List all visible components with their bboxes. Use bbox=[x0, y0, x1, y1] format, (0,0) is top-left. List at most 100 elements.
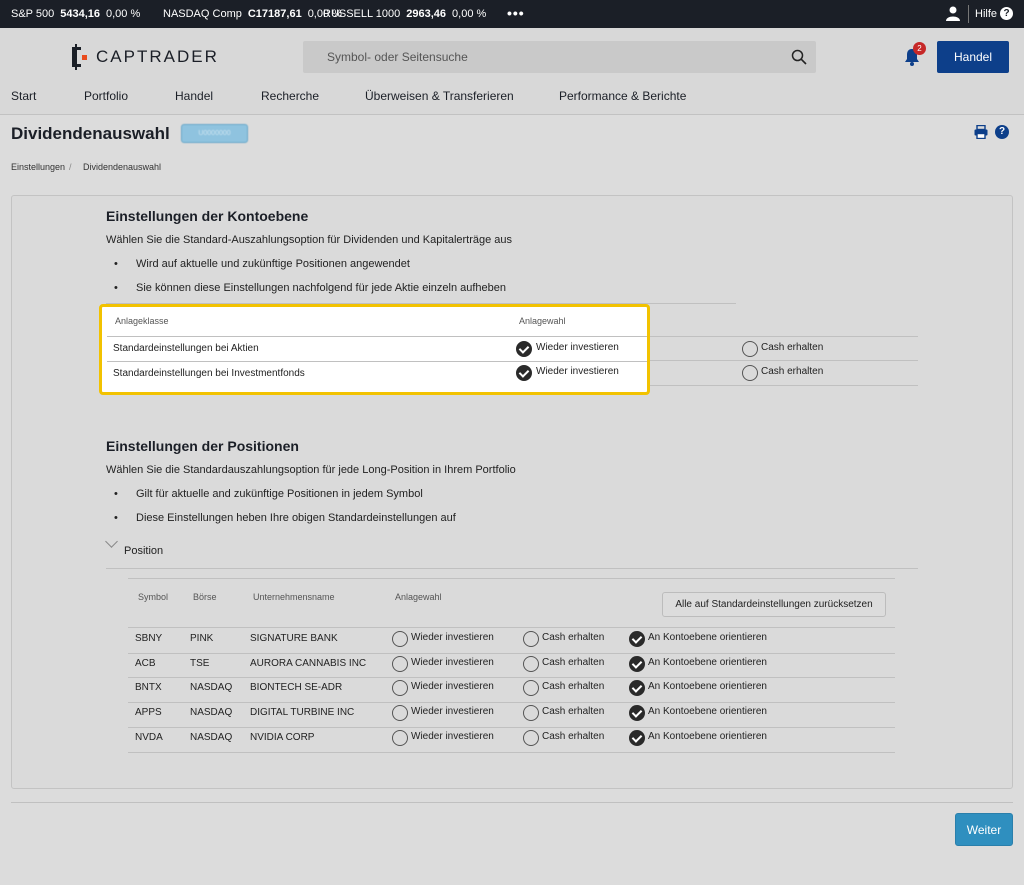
radio-label[interactable]: Cash erhalten bbox=[542, 706, 604, 717]
position-bullet: Gilt für aktuelle and zukünftige Positio… bbox=[114, 488, 423, 500]
ticker-name: RUSSELL 1000 bbox=[323, 8, 401, 20]
asset-class-funds: Standardeinstellungen bei Investmentfond… bbox=[113, 368, 305, 379]
column-header-choice: Anlagewahl bbox=[395, 592, 442, 602]
cash-radio-stocks[interactable] bbox=[742, 341, 758, 357]
company-cell: SIGNATURE BANK bbox=[250, 633, 338, 644]
account-id-chip[interactable]: U0000000 bbox=[181, 124, 248, 143]
account-level-radio-acb[interactable] bbox=[629, 655, 645, 672]
column-header-asset-class: Anlageklasse bbox=[115, 316, 169, 326]
nav-item-transfers[interactable]: Überweisen & Transferieren bbox=[365, 89, 514, 103]
radio-label[interactable]: Cash erhalten bbox=[542, 681, 604, 692]
asset-class-stocks: Standardeinstellungen bei Aktien bbox=[113, 343, 259, 354]
logo-mark-icon bbox=[72, 44, 87, 70]
radio-label[interactable]: Wieder investieren bbox=[411, 706, 494, 717]
more-tickers-button[interactable]: ••• bbox=[507, 5, 525, 21]
cash-radio-apps[interactable] bbox=[523, 705, 539, 722]
nav-item-start[interactable]: Start bbox=[11, 89, 36, 103]
table-row-divider bbox=[128, 702, 895, 704]
reinvest-radio-acb[interactable] bbox=[392, 655, 408, 672]
symbol-cell: NVDA bbox=[135, 731, 163, 743]
divider bbox=[650, 336, 918, 337]
next-button[interactable]: Weiter bbox=[955, 813, 1013, 846]
ticker-name: S&P 500 bbox=[11, 8, 55, 20]
ticker-nasdaq[interactable]: NASDAQ Comp C17187,61 0,00 % bbox=[163, 8, 342, 20]
company-cell: NVIDIA CORP bbox=[250, 731, 315, 743]
divider bbox=[968, 5, 969, 23]
exchange-cell: NASDAQ bbox=[190, 707, 233, 719]
nav-item-portfolio[interactable]: Portfolio bbox=[84, 89, 128, 103]
page-help-icon[interactable]: ? bbox=[995, 125, 1009, 139]
account-level-radio-sbny[interactable] bbox=[629, 631, 645, 647]
radio-label[interactable]: An Kontoebene orientieren bbox=[648, 632, 767, 643]
logo-text: CAPTRADER bbox=[96, 47, 219, 66]
radio-label[interactable]: Wieder investieren bbox=[411, 657, 494, 668]
nav-item-recherche[interactable]: Recherche bbox=[261, 89, 319, 103]
radio-label[interactable]: Wieder investieren bbox=[411, 681, 494, 692]
table-row-divider bbox=[128, 677, 895, 679]
reinvest-radio-sbny[interactable] bbox=[392, 631, 408, 647]
page-title: Dividendenauswahl bbox=[11, 124, 170, 143]
position-section-intro: Wählen Sie die Standardauszahlungsoption… bbox=[106, 464, 516, 476]
symbol-cell: ACB bbox=[135, 657, 156, 669]
radio-label[interactable]: Cash erhalten bbox=[761, 342, 823, 353]
company-cell: AURORA CANNABIS INC bbox=[250, 657, 367, 669]
ticker-name: NASDAQ Comp bbox=[163, 8, 242, 20]
table-row-divider bbox=[128, 751, 895, 753]
radio-label[interactable]: Cash erhalten bbox=[542, 657, 604, 668]
reset-all-button[interactable]: Alle auf Standardeinstellungen zurückset… bbox=[662, 592, 886, 617]
help-question-icon[interactable]: ? bbox=[1000, 7, 1013, 20]
symbol-cell: BNTX bbox=[135, 682, 162, 694]
print-icon[interactable] bbox=[974, 125, 988, 139]
reinvest-radio-nvda[interactable] bbox=[392, 729, 408, 746]
position-section-heading: Einstellungen der Positionen bbox=[106, 438, 299, 454]
radio-label[interactable]: Wieder investieren bbox=[536, 366, 619, 377]
search-input[interactable] bbox=[303, 41, 783, 73]
breadcrumb-current: Dividendenauswahl bbox=[83, 162, 162, 172]
nav-item-handel[interactable]: Handel bbox=[175, 89, 213, 103]
radio-label[interactable]: An Kontoebene orientieren bbox=[648, 657, 767, 668]
user-icon[interactable] bbox=[946, 6, 960, 21]
column-header-choice: Anlagewahl bbox=[519, 316, 566, 326]
radio-label[interactable]: Wieder investieren bbox=[411, 632, 494, 643]
reinvest-radio-stocks[interactable] bbox=[516, 341, 532, 357]
cash-radio-sbny[interactable] bbox=[523, 631, 539, 647]
nav-item-performance[interactable]: Performance & Berichte bbox=[559, 89, 686, 103]
radio-label[interactable]: Wieder investieren bbox=[536, 342, 619, 353]
radio-label[interactable]: Cash erhalten bbox=[761, 366, 823, 377]
position-bullet: Diese Einstellungen heben Ihre obigen St… bbox=[114, 512, 456, 524]
divider bbox=[11, 802, 1013, 803]
radio-label[interactable]: Cash erhalten bbox=[542, 632, 604, 643]
column-header-exchange: Börse bbox=[193, 592, 217, 602]
search-icon[interactable] bbox=[791, 49, 807, 65]
account-level-radio-nvda[interactable] bbox=[629, 729, 645, 746]
captrader-logo[interactable]: CAPTRADER bbox=[70, 44, 219, 70]
column-header-symbol: Symbol bbox=[138, 592, 169, 602]
exchange-cell: TSE bbox=[190, 657, 210, 669]
cash-radio-acb[interactable] bbox=[523, 655, 539, 672]
account-bullet: Sie können diese Einstellungen nachfolge… bbox=[114, 282, 506, 294]
symbol-cell: APPS bbox=[135, 707, 162, 719]
radio-label[interactable]: An Kontoebene orientieren bbox=[648, 681, 767, 692]
radio-label[interactable]: Wieder investieren bbox=[411, 731, 494, 742]
table-row-divider bbox=[128, 726, 895, 728]
help-link[interactable]: Hilfe bbox=[975, 8, 997, 20]
reinvest-radio-apps[interactable] bbox=[392, 705, 408, 722]
divider bbox=[107, 361, 647, 362]
exchange-cell: PINK bbox=[190, 633, 214, 644]
radio-label[interactable]: An Kontoebene orientieren bbox=[648, 706, 767, 717]
ticker-russell[interactable]: RUSSELL 1000 2963,46 0,00 % bbox=[323, 8, 486, 20]
cash-radio-funds[interactable] bbox=[742, 365, 758, 381]
ticker-sp500[interactable]: S&P 500 5434,16 0,00 % bbox=[11, 8, 140, 20]
reinvest-radio-funds[interactable] bbox=[516, 365, 532, 381]
breadcrumb-settings[interactable]: Einstellungen bbox=[11, 162, 65, 172]
account-level-radio-apps[interactable] bbox=[629, 705, 645, 722]
search-box bbox=[303, 41, 816, 73]
cash-radio-nvda[interactable] bbox=[523, 729, 539, 746]
position-accordion-toggle[interactable]: Position bbox=[124, 545, 163, 557]
ticker-value: 2963,46 bbox=[406, 8, 447, 20]
table-row-divider bbox=[128, 652, 895, 654]
radio-label[interactable]: Cash erhalten bbox=[542, 731, 604, 742]
radio-label[interactable]: An Kontoebene orientieren bbox=[648, 731, 767, 742]
symbol-cell: SBNY bbox=[135, 633, 163, 644]
trade-button[interactable]: Handel bbox=[937, 41, 1009, 73]
